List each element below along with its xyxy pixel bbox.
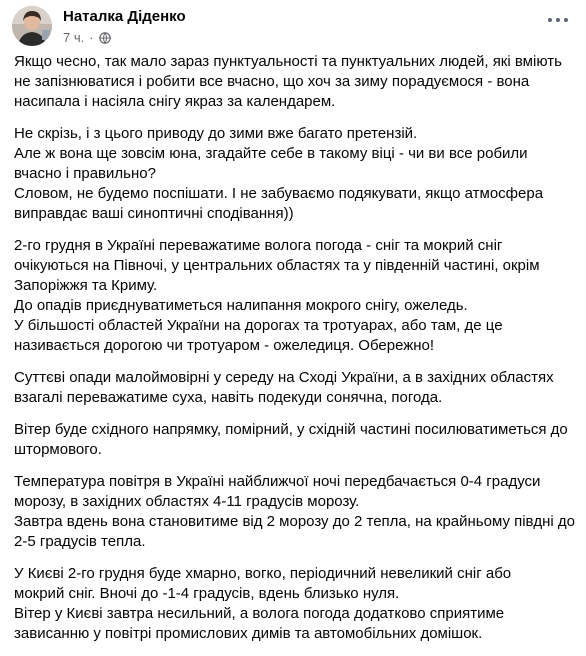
post-paragraph: Якщо чесно, так мало зараз пунктуальност… [14,52,570,112]
globe-icon [98,31,111,44]
post-text-line: не запізнюватися і робити все вчасно, що… [14,73,530,90]
avatar-photo [12,6,52,46]
author-name[interactable]: Наталка Діденко [63,8,186,25]
post-paragraph: Вітер буде східного напрямку, помірний, … [14,420,570,460]
post-text-line: взагалі переважатиме суха, навіть подеку… [14,389,443,406]
post-text-line: Температура повітря в Україні найближчої… [14,473,541,490]
post-paragraph: Температура повітря в Україні найближчої… [14,472,575,552]
post-text-line: 2-го грудня в Україні переважатиме волог… [14,237,503,254]
post-timestamp[interactable]: 7 ч. [63,30,84,45]
post-text-line: До опадів приєднуватиметься налипання мо… [14,297,468,314]
post-text-line: 2-5 градусів тепла. [14,533,146,550]
post-text-line: Вітер буде східного напрямку, помірний, … [14,421,568,438]
post-text-line: вчасно і правильно? [14,165,156,182]
feed-post: Наталка Діденко 7 ч. · Якщо чесно, так м… [0,0,586,642]
post-text-line: У більшості областей України на дорогах … [14,317,503,334]
post-text-line: Якщо чесно, так мало зараз пунктуальност… [14,53,562,70]
post-text-line: Запоріжжя та Криму. [14,277,158,294]
post-text-line: виправдає ваші синоптичні сподівання)) [14,205,294,222]
post-text-line: Але ж вона ще зовсім юна, згадайте себе … [14,145,528,162]
post-text-line: У Києві 2-го грудня буде хмарно, вогко, … [14,565,512,582]
more-options-icon[interactable] [540,8,576,32]
post-text-line: морозу, в західних областях 4-11 градусі… [14,493,360,510]
post-paragraph: Не скрізь, і з цього приводу до зими вже… [14,124,570,224]
post-text-line: Завтра вдень вона становитиме від 2 моро… [14,513,575,530]
post-text-line: Словом, не будемо поспішати. І не забува… [14,185,544,202]
post-paragraph: У Києві 2-го грудня буде хмарно, вогко, … [14,564,570,644]
post-text-line: Вітер у Києві завтра несильний, а волога… [14,605,505,622]
post-body: Якщо чесно, так мало зараз пунктуальност… [14,52,575,656]
post-meta: 7 ч. · [63,30,111,45]
post-text-line: очікуються на Півночі, у центральних обл… [14,257,540,274]
avatar[interactable] [12,6,52,46]
post-text-line: зависанню у повітрі промислових димів та… [14,625,483,642]
post-paragraph: Суттєві опади малоймовірні у середу на С… [14,368,570,408]
post-text-line: Не скрізь, і з цього приводу до зими вже… [14,125,418,142]
post-header: Наталка Діденко 7 ч. · [12,6,574,50]
post-text-line: штормового. [14,441,102,458]
post-paragraph: 2-го грудня в Україні переважатиме волог… [14,236,570,356]
post-text-line: мокрий сніг. Вночі до -1-4 градусів, вде… [14,585,400,602]
post-text-line: називається дорогою чи тротуаром - ожеле… [14,337,435,354]
post-text-line: насипала і насіяла снігу якраз за календ… [14,93,336,110]
meta-separator: · [89,30,94,45]
post-text-line: Суттєві опади малоймовірні у середу на С… [14,369,554,386]
